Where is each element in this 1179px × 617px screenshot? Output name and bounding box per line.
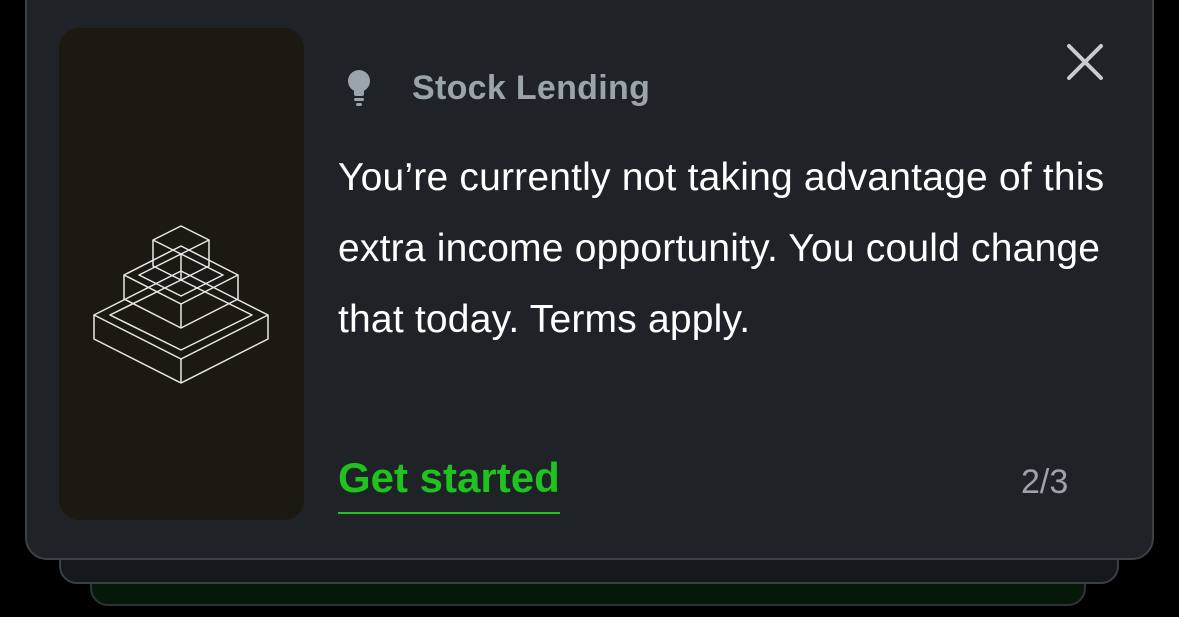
notification-stack: Stock Lending You’re currently not takin… <box>0 0 1179 617</box>
close-button[interactable] <box>1063 40 1107 84</box>
page-indicator: 2/3 <box>1021 463 1069 501</box>
illustration-panel <box>59 28 304 520</box>
stacked-cubes-illustration <box>93 225 269 384</box>
lightbulb-icon <box>344 68 374 108</box>
card-category: Stock Lending <box>412 68 651 107</box>
card-header: Stock Lending <box>344 68 650 108</box>
card-message: You’re currently not taking advantage of… <box>338 156 1105 341</box>
close-icon[interactable] <box>1063 40 1107 84</box>
insight-card: Stock Lending You’re currently not takin… <box>25 0 1154 560</box>
get-started-link[interactable]: Get started <box>338 452 560 514</box>
